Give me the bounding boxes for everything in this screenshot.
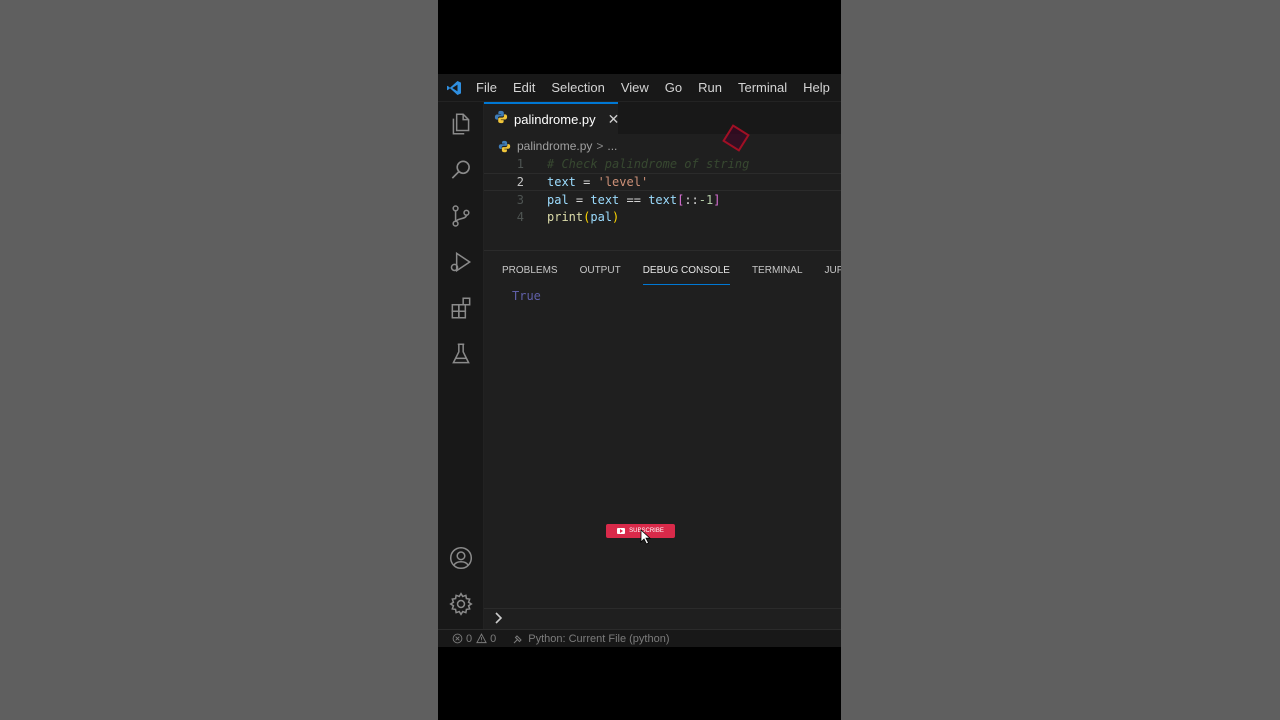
tab-output[interactable]: OUTPUT [580,263,621,285]
code-token: pal [590,210,613,224]
warning-icon [476,633,487,644]
code-token: :: [684,193,699,207]
code-token: pal [547,193,569,207]
console-input[interactable] [484,608,841,630]
menu-view[interactable]: View [621,80,649,95]
code-token: text [648,193,678,207]
source-control-icon[interactable] [447,202,475,230]
code-token: print [547,210,584,224]
code-text: print(pal) [547,210,619,224]
breadcrumb-rest[interactable]: ... [607,139,617,153]
code-token: = [568,193,591,207]
code-token: = [575,175,598,189]
code-token: ) [612,210,620,224]
code-token: == [619,193,649,207]
line-number: 3 [516,193,524,207]
menu-terminal[interactable]: Terminal [738,80,787,95]
settings-gear-icon[interactable] [447,590,475,618]
files-icon[interactable] [447,110,475,138]
line-number: 2 [516,175,524,189]
run-config-status[interactable]: Python: Current File (python) [512,633,669,645]
extensions-icon[interactable] [447,294,475,322]
error-count: 0 [466,632,473,645]
close-tab-icon[interactable]: ✕ [608,111,620,128]
code-editor[interactable]: 1 # Check palindrome of string 2 text = 'le… [484,155,841,251]
debug-config-icon [512,633,524,645]
testing-icon[interactable] [447,340,475,368]
panel-tabs: PROBLEMS OUTPUT DEBUG CONSOLE TERMINAL J… [502,263,841,287]
tab-problems[interactable]: PROBLEMS [502,263,558,285]
chevron-right-icon [494,611,504,629]
line-number: 4 [516,210,524,224]
code-text: pal = text == text[::-1] [547,193,720,207]
vscode-window: File Edit Selection View Go Run Terminal… [438,74,841,647]
annotation-mark [722,124,750,152]
video-frame: File Edit Selection View Go Run Terminal… [438,0,841,720]
code-token: text [547,175,576,189]
code-line[interactable]: 3 pal = text == text[::-1] [484,191,841,209]
mouse-cursor-icon [640,529,652,550]
code-token: # Check palindrome of string [547,157,750,171]
menu-bar: File Edit Selection View Go Run Terminal… [438,74,841,102]
tab-terminal[interactable]: TERMINAL [752,263,803,285]
tab-palindrome-py[interactable]: palindrome.py ✕ [484,102,620,134]
problems-status[interactable]: 0 0 [452,633,496,645]
code-text: # Check palindrome of string [547,157,749,171]
menu-file[interactable]: File [476,80,497,95]
run-debug-icon[interactable] [447,248,475,276]
menu-go[interactable]: Go [665,80,682,95]
menu-run[interactable]: Run [698,80,722,95]
menu-help[interactable]: Help [803,80,830,95]
menu-selection[interactable]: Selection [551,80,604,95]
line-number: 1 [516,157,524,171]
code-line[interactable]: 4 print(pal) [484,208,841,226]
code-token: text [590,193,620,207]
tab-debug-console[interactable]: DEBUG CONSOLE [642,263,730,285]
code-token: ] [713,193,721,207]
search-icon[interactable] [447,156,475,184]
code-token: 'level' [597,175,649,189]
run-config-label: Python: Current File (python) [528,632,670,645]
code-token: -1 [698,193,714,207]
warning-count: 0 [490,632,497,645]
editor-tabs: palindrome.py ✕ [484,102,841,152]
account-icon[interactable] [447,544,475,572]
tab-jupyter[interactable]: JUPYTER [825,263,842,285]
error-icon [452,633,463,644]
python-file-icon [498,140,511,153]
breadcrumb: palindrome.py > ... [498,137,617,155]
code-line[interactable]: 2 text = 'level' [484,173,841,191]
vscode-logo-icon [446,78,462,98]
bottom-panel: PROBLEMS OUTPUT DEBUG CONSOLE TERMINAL J… [484,250,841,630]
python-file-icon [494,110,508,129]
activity-bar [438,102,484,630]
breadcrumb-separator: > [596,139,604,153]
youtube-icon [617,528,626,534]
tab-label: palindrome.py [514,111,596,127]
status-bar: 0 0 Python: Current File (python) [438,629,841,647]
console-output: True [512,289,541,303]
code-line[interactable]: 1 # Check palindrome of string [484,155,841,173]
breadcrumb-file[interactable]: palindrome.py [517,139,592,153]
code-text: text = 'level' [547,175,648,189]
menu-edit[interactable]: Edit [513,80,535,95]
